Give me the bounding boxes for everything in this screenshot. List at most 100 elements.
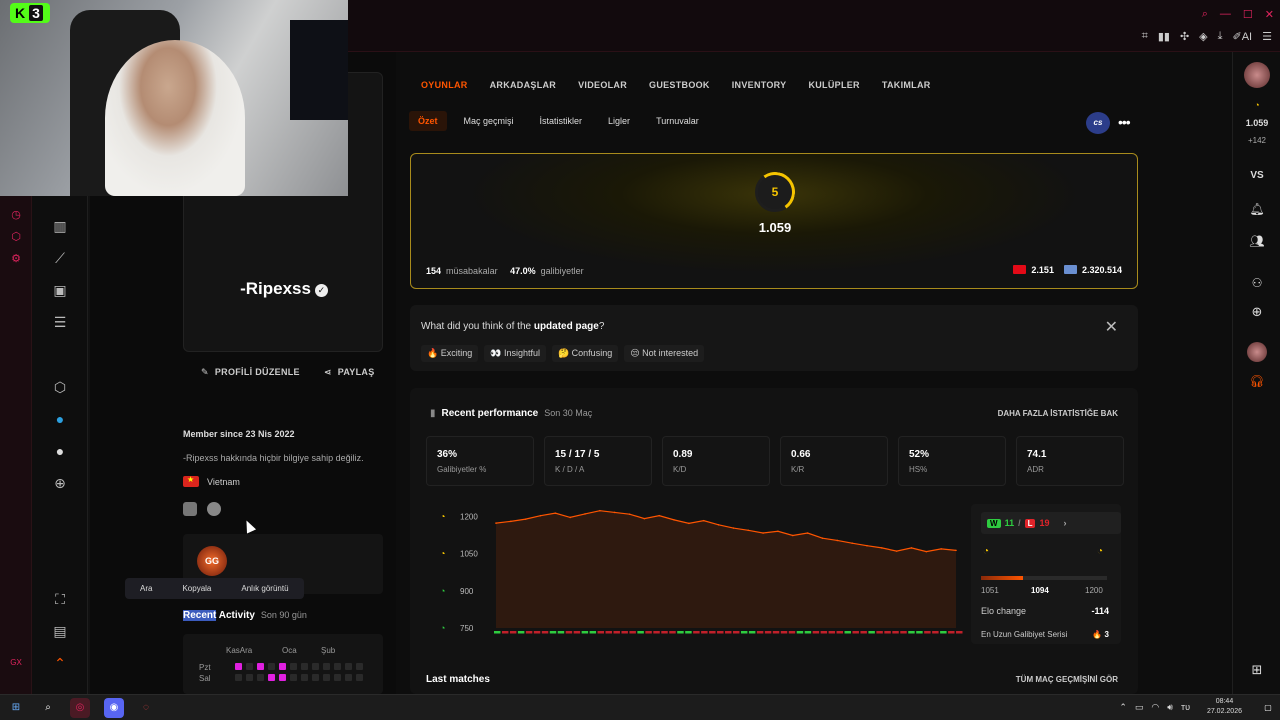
elo-point[interactable]: [599, 509, 601, 512]
heatmap-cell[interactable]: [246, 663, 253, 670]
elo-point[interactable]: [495, 522, 497, 524]
shop-icon[interactable]: ▤: [51, 622, 69, 640]
match-result-mark[interactable]: [876, 631, 883, 634]
elo-point[interactable]: [510, 520, 512, 523]
region-rank[interactable]: 2.320.514: [1063, 265, 1122, 275]
add-icon[interactable]: ⊕: [51, 474, 69, 492]
steam-icon[interactable]: [207, 502, 221, 516]
volume-icon[interactable]: 🔊︎: [1167, 702, 1173, 713]
cube-icon[interactable]: ◈: [1199, 30, 1207, 43]
match-result-mark[interactable]: [597, 631, 605, 634]
maximize-icon[interactable]: ☐: [1243, 8, 1253, 21]
elo-point[interactable]: [836, 539, 839, 542]
match-result-mark[interactable]: [932, 631, 939, 634]
elo-point[interactable]: [643, 517, 646, 520]
tab-guestbook[interactable]: GUESTBOOK: [649, 80, 710, 90]
heatmap-cell[interactable]: [279, 674, 286, 681]
match-result-mark[interactable]: [892, 631, 899, 634]
elo-point[interactable]: [628, 513, 631, 515]
heatmap-cell[interactable]: [334, 663, 341, 670]
stats-icon[interactable]: ▮▮: [1158, 30, 1170, 43]
party-icon[interactable]: ⚇: [1233, 276, 1280, 290]
match-result-mark[interactable]: [804, 631, 812, 634]
match-result-mark[interactable]: [852, 631, 859, 634]
match-result-mark[interactable]: [940, 631, 947, 634]
history-icon[interactable]: ◷: [8, 207, 24, 223]
tab-videos[interactable]: VIDEOLAR: [578, 80, 627, 90]
elo-point[interactable]: [673, 519, 675, 521]
subtab-tournaments[interactable]: Turnuvalar: [647, 111, 708, 131]
match-result-mark[interactable]: [677, 631, 684, 634]
match-result-mark[interactable]: [756, 631, 764, 634]
match-result-mark[interactable]: [916, 631, 923, 634]
club-icon[interactable]: ●: [51, 410, 69, 428]
more-stats-link[interactable]: DAHA FAZLA İSTATİSTİĞE BAK: [998, 409, 1118, 418]
opera-gx-icon[interactable]: ◎: [70, 698, 90, 718]
elo-point[interactable]: [791, 534, 794, 537]
heatmap-cell[interactable]: [235, 674, 242, 681]
minimize-icon[interactable]: —: [1220, 8, 1231, 21]
heatmap-cell[interactable]: [356, 674, 363, 681]
elo-point[interactable]: [688, 522, 690, 525]
match-result-mark[interactable]: [589, 631, 597, 634]
context-menu-search[interactable]: Ara: [125, 582, 167, 595]
tab-games[interactable]: OYUNLAR: [421, 80, 468, 90]
elo-point[interactable]: [940, 548, 942, 550]
match-result-mark[interactable]: [956, 631, 963, 634]
match-result-mark[interactable]: [685, 631, 692, 634]
tab-teams[interactable]: TAKIMLAR: [882, 80, 931, 90]
match-result-mark[interactable]: [509, 631, 517, 634]
hub-icon[interactable]: ⬡: [51, 378, 69, 396]
match-result-mark[interactable]: [517, 631, 525, 634]
match-result-mark[interactable]: [884, 631, 891, 634]
elo-point[interactable]: [881, 547, 883, 549]
edit-profile-button[interactable]: ✎ PROFİLİ DÜZENLE: [201, 367, 300, 378]
feedback-exciting[interactable]: 🔥 Exciting: [421, 345, 479, 362]
elo-point[interactable]: [658, 514, 661, 517]
match-result-mark[interactable]: [732, 631, 740, 634]
subtab-summary[interactable]: Özet: [409, 111, 447, 131]
feedback-confusing[interactable]: 🤔 Confusing: [551, 345, 619, 362]
heatmap-cell[interactable]: [356, 663, 363, 670]
subtab-statistics[interactable]: İstatistikler: [531, 111, 592, 131]
heatmap-cell[interactable]: [345, 663, 352, 670]
tab-friends[interactable]: ARKADAŞLAR: [490, 80, 557, 90]
more-options-icon[interactable]: •••: [1118, 114, 1131, 130]
discord-icon[interactable]: ◉: [104, 698, 124, 718]
elo-point[interactable]: [806, 532, 809, 534]
heatmap-cell[interactable]: [312, 674, 319, 681]
add-icon[interactable]: ⊕: [1233, 304, 1280, 320]
extension-icon[interactable]: ⌗: [1142, 30, 1148, 43]
elo-point[interactable]: [925, 550, 928, 553]
tab-clubs[interactable]: KULÜPLER: [808, 80, 859, 90]
match-result-mark[interactable]: [501, 631, 509, 634]
match-result-mark[interactable]: [828, 631, 836, 634]
match-result-mark[interactable]: [549, 631, 557, 634]
match-result-mark[interactable]: [573, 631, 581, 634]
wifi-icon[interactable]: ◠: [1151, 702, 1159, 713]
match-result-mark[interactable]: [748, 631, 756, 634]
elo-point[interactable]: [895, 550, 898, 552]
video-icon[interactable]: ▣: [51, 281, 69, 299]
match-result-mark[interactable]: [796, 631, 804, 634]
match-result-mark[interactable]: [709, 631, 716, 634]
match-result-mark[interactable]: [653, 631, 660, 634]
heatmap-cell[interactable]: [268, 674, 275, 681]
heatmap-cell[interactable]: [290, 663, 297, 670]
tab-inventory[interactable]: INVENTORY: [732, 80, 787, 90]
elo-point[interactable]: [910, 547, 913, 549]
chevron-up-icon[interactable]: ⌃: [1119, 702, 1127, 713]
heatmap-cell[interactable]: [246, 674, 253, 681]
match-result-mark[interactable]: [525, 631, 533, 634]
match-result-mark[interactable]: [948, 631, 955, 634]
heatmap-cell[interactable]: [323, 674, 330, 681]
match-result-mark[interactable]: [581, 631, 589, 634]
win-loss-summary[interactable]: W 11 / L 19 ›: [981, 512, 1121, 534]
elo-point[interactable]: [584, 513, 586, 515]
match-result-mark[interactable]: [788, 631, 796, 634]
match-result-mark[interactable]: [725, 631, 732, 634]
close-icon[interactable]: ✕: [1105, 317, 1118, 337]
match-result-mark[interactable]: [629, 631, 636, 634]
subtab-match-history[interactable]: Maç geçmişi: [455, 111, 523, 131]
elo-point[interactable]: [702, 519, 705, 522]
